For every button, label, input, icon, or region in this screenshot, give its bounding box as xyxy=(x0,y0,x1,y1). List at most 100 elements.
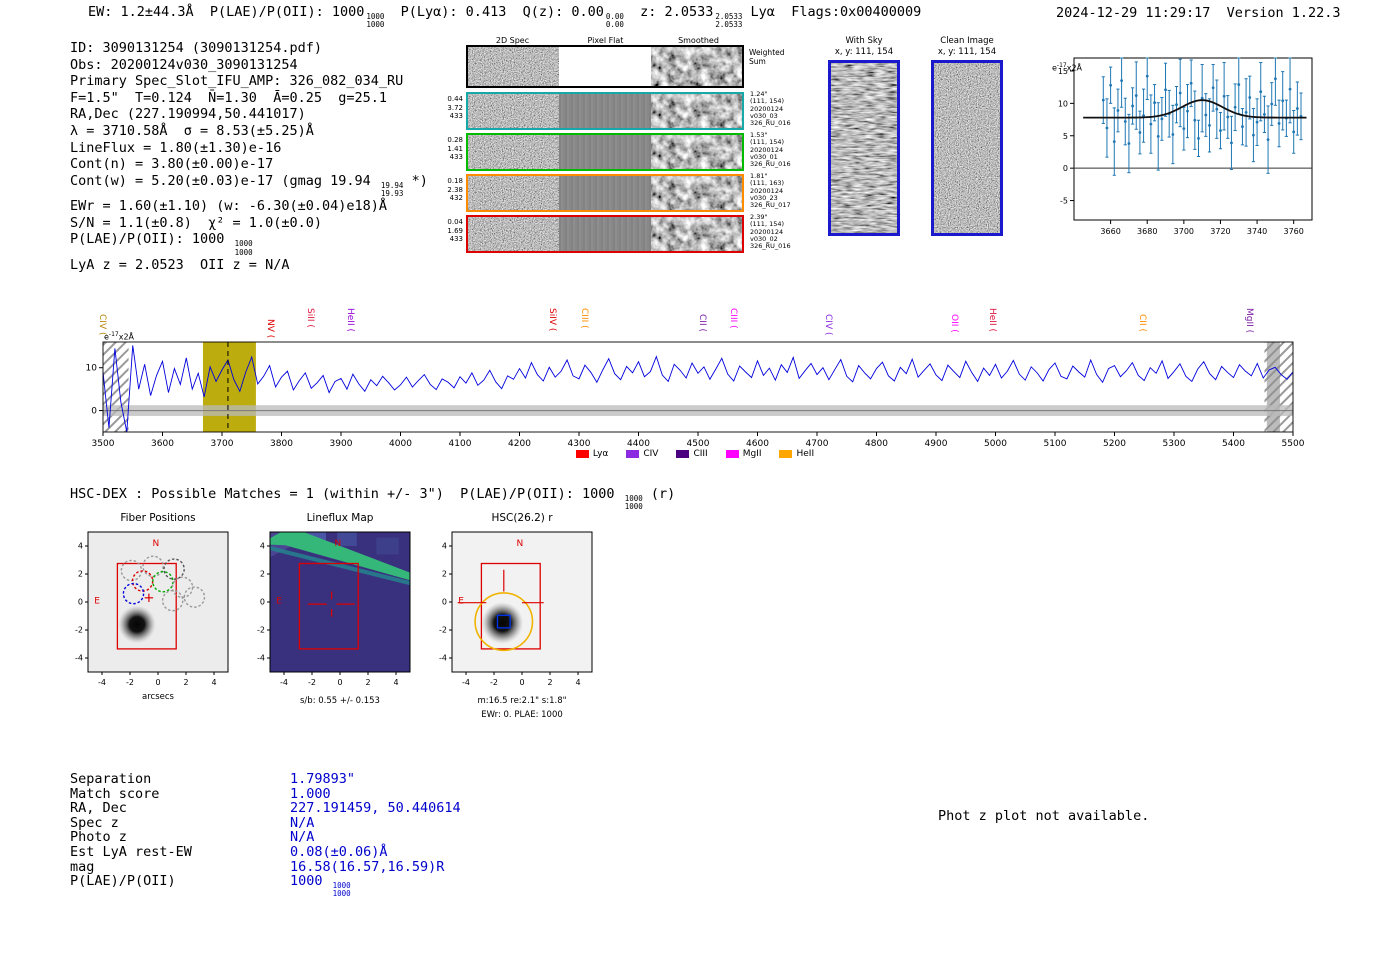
svg-text:-2: -2 xyxy=(439,626,447,635)
match-field-label: Spec z xyxy=(70,814,119,831)
match-field-label: RA, Dec xyxy=(70,800,127,817)
weighted-2d-spec xyxy=(468,47,560,86)
fiber-row-annotation: 1.81" (111, 163) 20200124 v030_23 326_RU… xyxy=(750,172,791,210)
spectrum-unit-label: e-17x2Å xyxy=(104,331,135,342)
svg-text:4100: 4100 xyxy=(449,439,472,449)
fiber-pixel-flat xyxy=(559,217,651,251)
fiber-2d-spec xyxy=(468,135,560,169)
weighted-sum-strip xyxy=(466,45,744,88)
emission-line-label: CII ( xyxy=(1137,313,1148,332)
svg-text:-2: -2 xyxy=(490,678,498,687)
emission-line-label: CIV ( xyxy=(97,313,108,335)
svg-text:4900: 4900 xyxy=(925,439,948,449)
svg-text:E: E xyxy=(94,597,100,607)
match-field-label: P(LAE)/P(OII) xyxy=(70,873,176,890)
timestamp-version: 2024-12-29 11:29:17 Version 1.22.3 xyxy=(1056,5,1341,21)
stacked-fraction: 1000 1000 xyxy=(624,494,643,512)
detection-zoom-plot: 3660 3680 3700 3720 3740 3760-5051015 xyxy=(1058,57,1313,236)
with-sky-image xyxy=(828,60,900,236)
svg-text:E: E xyxy=(458,597,464,607)
fiber-cutout-row xyxy=(466,92,744,130)
info-line: LineFlux = 1.80(±1.30)e-16 xyxy=(70,139,282,156)
hsc-caption-1: m:16.5 re:2.1" s:1.8" xyxy=(477,696,567,706)
col-title-pixel-flat: Pixel Flat xyxy=(587,36,624,45)
svg-text:E: E xyxy=(276,597,282,607)
svg-text:3500: 3500 xyxy=(92,439,115,449)
elixer-detection-report: EW: 1.2±44.3Å P(LAE)/P(OII): 1000 1000 100… xyxy=(0,0,1400,953)
svg-text:3600: 3600 xyxy=(151,439,174,449)
info-line: S/N = 1.1(±0.8) χ² = 1.0(±0.0) xyxy=(70,214,322,231)
fiber-pixel-flat xyxy=(559,94,651,128)
stacked-fraction: 0.00 0.00 xyxy=(605,12,624,30)
fiber-row-annotation: 1.53" (111, 154) 20200124 v030_01 326_RU… xyxy=(750,131,791,169)
svg-text:5400: 5400 xyxy=(1222,439,1245,449)
svg-text:0: 0 xyxy=(337,678,342,687)
svg-text:3740: 3740 xyxy=(1247,227,1267,236)
hsc-caption-2: EWr: 0. PLAE: 1000 xyxy=(481,710,563,720)
match-field-label: Separation xyxy=(70,771,152,787)
hsc-cutout-title: HSC(26.2) r xyxy=(491,512,553,524)
info-line: RA,Dec (227.190994,50.441017) xyxy=(70,106,306,123)
svg-text:-4: -4 xyxy=(98,678,106,687)
emission-line-label: CIII ( xyxy=(727,308,738,329)
match-row: RA, Dec 227.191459, 50.440614 xyxy=(70,801,461,816)
legend-swatch xyxy=(779,450,793,458)
svg-text:4: 4 xyxy=(260,542,265,551)
svg-text:-5: -5 xyxy=(1060,197,1068,206)
emission-line-label: MgII ( xyxy=(1244,308,1255,334)
svg-text:5500: 5500 xyxy=(1282,439,1305,449)
svg-text:-4: -4 xyxy=(257,654,265,663)
info-line: Cont(n) = 3.80(±0.00)e-17 xyxy=(70,156,274,173)
svg-text:0: 0 xyxy=(260,598,265,607)
info-line: F=1.5" T=0.124 N̄=1.30 Ā=0.25 g=25.1 xyxy=(70,89,387,106)
svg-text:-2: -2 xyxy=(308,678,316,687)
legend-item: MgII xyxy=(725,449,761,459)
legend-swatch xyxy=(626,450,640,458)
weighted-pixel-flat xyxy=(559,47,651,86)
fiber-row-metrics: 0.04 1.69 433 xyxy=(447,218,463,244)
legend-swatch xyxy=(725,450,739,458)
svg-text:4800: 4800 xyxy=(865,439,888,449)
match-field-label: Est LyA rest-EW xyxy=(70,843,192,860)
match-row: Spec z N/A xyxy=(70,814,461,831)
mini-unit-label: e-17x2Å xyxy=(1052,62,1083,73)
svg-text:4200: 4200 xyxy=(508,439,531,449)
svg-text:2: 2 xyxy=(260,570,265,579)
svg-text:2: 2 xyxy=(78,570,83,579)
lineflux-map-title: Lineflux Map xyxy=(306,512,374,524)
stacked-fraction: 1000 1000 xyxy=(234,239,253,257)
fiber-positions-title: Fiber Positions xyxy=(120,512,196,524)
svg-text:0: 0 xyxy=(155,678,160,687)
svg-text:5000: 5000 xyxy=(984,439,1007,449)
detection-info-block: ID: 3090131254 (3090131254.pdf) Obs: 2020… xyxy=(70,40,428,274)
svg-text:5100: 5100 xyxy=(1044,439,1067,449)
match-field-value: 0.08(±0.06)Å xyxy=(290,843,388,860)
legend-item: HeII xyxy=(779,449,814,459)
fiber-pixel-flat xyxy=(559,176,651,210)
2d-spectra-cutouts: 2D Spec Pixel Flat Smoothed Weighted Sum… xyxy=(447,36,816,260)
svg-text:4: 4 xyxy=(442,542,447,551)
match-row: Separation 1.79893" xyxy=(70,772,461,787)
fiber-row-annotation: 2.39" (111, 154) 20200124 v030_02 326_RU… xyxy=(750,213,791,251)
svg-text:0: 0 xyxy=(78,598,83,607)
fiber-smoothed xyxy=(650,94,742,128)
stacked-fraction: 1000 1000 xyxy=(366,12,385,30)
fiber-row-metrics: 0.28 1.41 433 xyxy=(447,136,463,162)
svg-text:4: 4 xyxy=(575,678,580,687)
emission-line-label: SiII ( xyxy=(304,308,315,329)
svg-text:3720: 3720 xyxy=(1210,227,1230,236)
match-field-value: N/A xyxy=(290,814,315,831)
svg-text:3900: 3900 xyxy=(330,439,353,449)
match-field-value: N/A xyxy=(290,829,315,846)
svg-text:3700: 3700 xyxy=(1174,227,1194,236)
svg-text:2: 2 xyxy=(442,570,447,579)
stacked-fraction: 1000 1000 xyxy=(332,881,351,899)
match-row: Photo z N/A xyxy=(70,830,461,845)
info-line: LyA z = 2.0523 OII z = N/A xyxy=(70,256,290,273)
svg-text:3700: 3700 xyxy=(211,439,234,449)
svg-text:4: 4 xyxy=(393,678,398,687)
info-line: Cont(w) = 5.20(±0.03)e-17 (gmag 19.94 19… xyxy=(70,172,428,198)
lineflux-caption: s/b: 0.55 +/- 0.153 xyxy=(300,696,380,706)
lineflux-map-stamp: N E -4 -4 -2 -2 0 0 2 2 4 4 xyxy=(257,531,411,687)
svg-text:0: 0 xyxy=(519,678,524,687)
